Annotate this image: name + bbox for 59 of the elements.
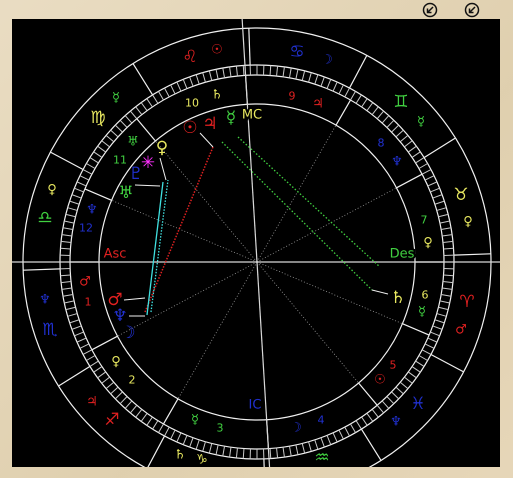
house-ruler-glyph: ♅: [127, 134, 139, 150]
zodiac-sign: ♑: [196, 452, 208, 467]
zodiac-sign: ♒: [314, 448, 330, 467]
house-ruler-glyph: ♆: [391, 154, 403, 170]
ruler-glyph: ☽: [321, 52, 333, 68]
house-number: 6: [422, 288, 428, 302]
planet-glyph: ♃: [202, 114, 218, 134]
zodiac-sign: ♊: [393, 92, 409, 112]
zodiac-sign: ♈: [459, 292, 475, 312]
house-ruler-glyph: ♀: [423, 236, 433, 250]
zodiac-sign: ♉: [453, 185, 469, 205]
house-number: 1: [84, 296, 92, 308]
house-ruler-glyph: ♃: [312, 96, 324, 112]
planet-glyph: ♅: [118, 183, 134, 203]
house-ruler-glyph: ☽: [290, 420, 302, 436]
house-ruler-glyph: ♄: [211, 88, 223, 102]
planet-glyph: ☿: [226, 108, 236, 128]
house-number: 4: [318, 414, 324, 426]
house-ruler-glyph: ☿: [191, 412, 199, 428]
house-ruler-glyph: ☿: [418, 304, 426, 320]
house-number: 2: [128, 374, 136, 386]
house-ruler-glyph: ☉: [374, 372, 386, 388]
house-number: 8: [378, 136, 384, 150]
zodiac-sign: ♏: [42, 320, 58, 340]
house-ruler-glyph: ♂: [79, 274, 91, 290]
planet-glyph: ♀: [156, 138, 168, 158]
house-ruler-glyph: ♀: [111, 354, 121, 370]
house-number: 5: [390, 358, 396, 372]
house-number: 9: [288, 90, 296, 102]
angle-label: Asc: [104, 246, 126, 262]
zodiac-sign: ♎: [37, 208, 53, 228]
house-number: 12: [79, 222, 93, 234]
ruler-glyph: ♃: [86, 394, 98, 410]
arrow-circle-icon[interactable]: [464, 2, 480, 18]
house-number: 11: [113, 154, 127, 166]
zodiac-sign: ♌: [182, 47, 198, 67]
angle-label: IC: [248, 398, 262, 412]
zodiac-sign: ♍: [90, 108, 106, 128]
ruler-glyph: ♄: [174, 448, 186, 462]
zodiac-sign: ♋: [289, 42, 305, 62]
ruler-glyph: ♀: [463, 214, 473, 230]
house-number: 10: [185, 96, 199, 110]
planet-glyph: ♄: [390, 288, 406, 308]
ruler-glyph: ♆: [39, 292, 51, 308]
zodiac-sign: ♓: [410, 394, 426, 414]
zodiac-sign: ♐: [104, 410, 120, 430]
house-number: 3: [216, 422, 224, 434]
ruler-glyph: ♆: [390, 414, 402, 430]
house-ruler-glyph: ♆: [86, 202, 98, 218]
planet-glyph: ☉: [182, 118, 198, 138]
ruler-glyph: ☿: [417, 114, 425, 130]
ruler-glyph: ☿: [112, 90, 120, 106]
arrow-circle-icon[interactable]: [422, 2, 438, 18]
planet-glyph: ☽: [120, 323, 136, 343]
ruler-glyph: ♀: [47, 182, 57, 198]
angle-label: Des: [390, 246, 414, 262]
ruler-glyph: ♂: [455, 322, 467, 338]
ruler-glyph: ☉: [211, 42, 223, 58]
house-number: 7: [420, 214, 428, 226]
